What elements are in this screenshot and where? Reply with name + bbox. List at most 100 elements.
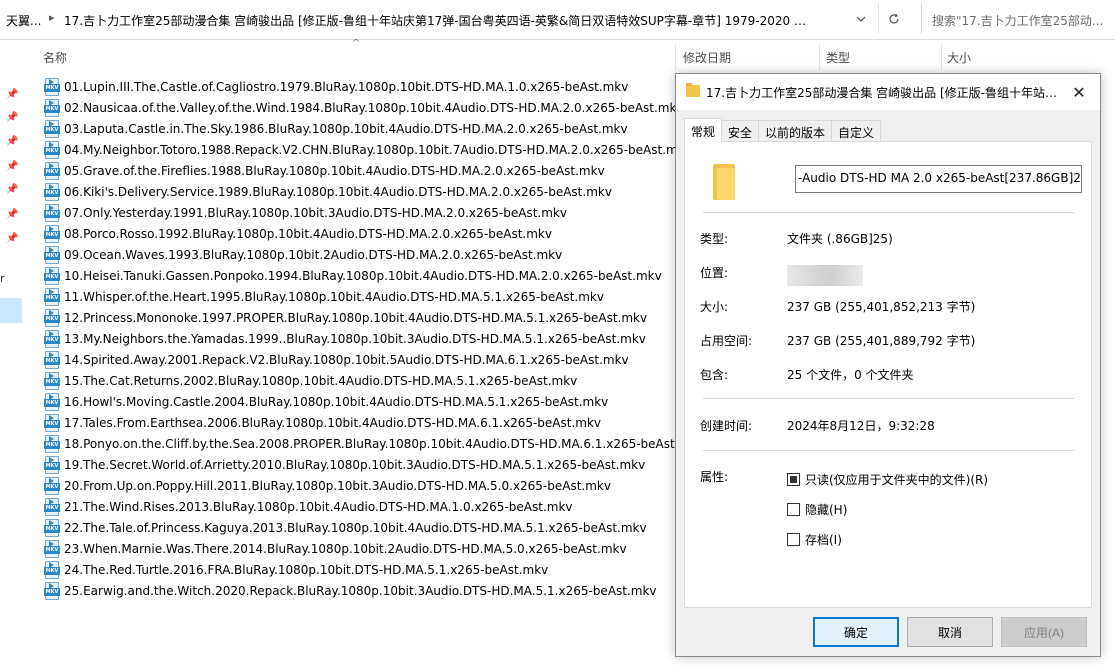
nav-item-label[interactable]: r (0, 272, 5, 285)
file-name[interactable]: 05.Grave.of.the.Fireflies.1988.BluRay.10… (64, 164, 605, 178)
tab-bar: 常规 安全 以前的版本 自定义 (684, 118, 882, 143)
tab-previous-versions[interactable]: 以前的版本 (758, 120, 833, 142)
file-row[interactable]: MKV 17.Tales.From.Earthsea.2006.BluRay.10… (40, 412, 680, 433)
hidden-label[interactable]: 隐藏(H) (805, 501, 847, 518)
nav-item-selected[interactable] (0, 298, 22, 323)
file-row[interactable]: MKV 18.Ponyo.on.the.Cliff.by.the.Sea.2008… (40, 433, 704, 454)
location-value-redacted (787, 265, 863, 286)
divider (703, 398, 1075, 399)
file-row[interactable]: MKV 22.The.Tale.of.Princess.Kaguya.2013.B… (40, 517, 680, 538)
file-name[interactable]: 20.From.Up.on.Poppy.Hill.2011.BluRay.108… (64, 479, 611, 493)
dialog-titlebar[interactable]: 17.吉卜力工作室25部动漫合集 宫崎骏出品 [修正版-鲁组十年站庆... ✕ (676, 74, 1100, 110)
column-divider[interactable] (819, 44, 820, 70)
file-name[interactable]: 19.The.Secret.World.of.Arrietty.2010.Blu… (64, 458, 645, 472)
column-header-name[interactable]: 名称 (43, 40, 67, 72)
file-name[interactable]: 06.Kiki's.Delivery.Service.1989.BluRay.1… (64, 185, 612, 199)
folder-icon (686, 83, 700, 97)
file-name[interactable]: 15.The.Cat.Returns.2002.BluRay.1080p.10b… (64, 374, 577, 388)
file-name[interactable]: 14.Spirited.Away.2001.Repack.V2.BluRay.1… (64, 353, 629, 367)
file-row[interactable]: MKV 09.Ocean.Waves.1993.BluRay.1080p.10bi… (40, 244, 680, 265)
mkv-file-icon: MKV (43, 413, 61, 432)
file-name[interactable]: 07.Only.Yesterday.1991.BluRay.1080p.10bi… (64, 206, 567, 220)
file-row[interactable]: MKV 19.The.Secret.World.of.Arrietty.2010.… (40, 454, 680, 475)
hidden-checkbox[interactable] (787, 503, 800, 516)
file-name[interactable]: 12.Princess.Mononoke.1997.PROPER.BluRay.… (64, 311, 647, 325)
address-bar[interactable]: 天翼... ▸ 17.吉卜力工作室25部动漫合集 宫崎骏出品 [修正版-鲁组十年… (0, 0, 1115, 40)
file-row[interactable]: MKV 20.From.Up.on.Poppy.Hill.2011.BluRay.… (40, 475, 680, 496)
file-row[interactable]: MKV 15.The.Cat.Returns.2002.BluRay.1080p.… (40, 370, 680, 391)
address-root[interactable]: 天翼... (6, 12, 41, 29)
file-row[interactable]: MKV 02.Nausicaa.of.the.Valley.of.the.Wind… (40, 97, 684, 118)
file-name[interactable]: 09.Ocean.Waves.1993.BluRay.1080p.10bit.2… (64, 248, 562, 262)
archive-label[interactable]: 存档(I) (805, 531, 842, 548)
apply-button[interactable]: 应用(A) (1001, 617, 1087, 647)
tab-customize[interactable]: 自定义 (831, 120, 882, 142)
tab-general[interactable]: 常规 (684, 118, 723, 143)
file-row[interactable]: MKV 10.Heisei.Tanuki.Gassen.Ponpoko.1994.… (40, 265, 680, 286)
refresh-icon[interactable] (878, 4, 908, 34)
file-row[interactable]: MKV 12.Princess.Mononoke.1997.PROPER.BluR… (40, 307, 680, 328)
folder-icon (713, 164, 735, 200)
file-name[interactable]: 23.When.Marnie.Was.There.2014.BluRay.108… (64, 542, 627, 556)
navigation-pane[interactable]: 📌 📌 📌 📌 📌 📌 📌 r (0, 40, 22, 665)
column-divider[interactable] (941, 44, 942, 70)
file-name[interactable]: 22.The.Tale.of.Princess.Kaguya.2013.BluR… (64, 521, 647, 535)
column-header-size[interactable]: 大小 (947, 40, 971, 72)
file-name[interactable]: 17.Tales.From.Earthsea.2006.BluRay.1080p… (64, 416, 601, 430)
file-name[interactable]: 24.The.Red.Turtle.2016.FRA.BluRay.1080p.… (64, 563, 548, 577)
file-row[interactable]: MKV 08.Porco.Rosso.1992.BluRay.1080p.10bi… (40, 223, 680, 244)
file-row[interactable]: MKV 16.Howl's.Moving.Castle.2004.BluRay.1… (40, 391, 680, 412)
file-row[interactable]: MKV 25.Earwig.and.the.Witch.2020.Repack.B… (40, 580, 680, 601)
file-name[interactable]: 25.Earwig.and.the.Witch.2020.Repack.BluR… (64, 584, 657, 598)
file-name[interactable]: 13.My.Neighbors.the.Yamadas.1999..BluRay… (64, 332, 646, 346)
cancel-button[interactable]: 取消 (907, 617, 993, 647)
breadcrumb-chevron-icon[interactable]: ▸ (49, 11, 55, 24)
file-row[interactable]: MKV 14.Spirited.Away.2001.Repack.V2.BluRa… (40, 349, 680, 370)
archive-checkbox[interactable] (787, 533, 800, 546)
mkv-file-icon: MKV (43, 434, 61, 453)
file-row[interactable]: MKV 03.Laputa.Castle.in.The.Sky.1986.BluR… (40, 118, 680, 139)
column-header-type[interactable]: 类型 (826, 40, 850, 72)
general-tab-panel: -Audio DTS-HD MA 2.0 x265-beAst[237.86GB… (684, 141, 1092, 608)
close-icon[interactable]: ✕ (1064, 79, 1094, 105)
readonly-checkbox[interactable] (787, 473, 800, 486)
file-name[interactable]: 04.My.Neighbor.Totoro.1988.Repack.V2.CHN… (64, 143, 692, 157)
file-row[interactable]: MKV 05.Grave.of.the.Fireflies.1988.BluRay… (40, 160, 680, 181)
file-name[interactable]: 03.Laputa.Castle.in.The.Sky.1986.BluRay.… (64, 122, 628, 136)
chevron-down-icon[interactable] (846, 4, 876, 34)
tab-security[interactable]: 安全 (721, 120, 760, 142)
file-row[interactable]: MKV 07.Only.Yesterday.1991.BluRay.1080p.1… (40, 202, 680, 223)
file-row[interactable]: MKV 21.The.Wind.Rises.2013.BluRay.1080p.1… (40, 496, 680, 517)
file-row[interactable]: MKV 01.Lupin.III.The.Castle.of.Cagliostro… (40, 76, 680, 97)
mkv-file-icon: MKV (43, 476, 61, 495)
file-row[interactable]: MKV 23.When.Marnie.Was.There.2014.BluRay.… (40, 538, 680, 559)
readonly-checkbox-row[interactable]: 只读(仅应用于文件夹中的文件)(R) (787, 471, 988, 488)
file-row[interactable]: MKV 06.Kiki's.Delivery.Service.1989.BluRa… (40, 181, 680, 202)
hidden-checkbox-row[interactable]: 隐藏(H) (787, 501, 847, 518)
file-row[interactable]: MKV 24.The.Red.Turtle.2016.FRA.BluRay.108… (40, 559, 680, 580)
readonly-label[interactable]: 只读(仅应用于文件夹中的文件)(R) (805, 471, 988, 488)
mkv-file-icon: MKV (43, 455, 61, 474)
file-row[interactable]: MKV 13.My.Neighbors.the.Yamadas.1999..Blu… (40, 328, 680, 349)
ok-button[interactable]: 确定 (813, 617, 899, 647)
file-name[interactable]: 11.Whisper.of.the.Heart.1995.BluRay.1080… (64, 290, 604, 304)
folder-name-field[interactable]: -Audio DTS-HD MA 2.0 x265-beAst[237.86GB… (795, 165, 1082, 193)
file-name[interactable]: 18.Ponyo.on.the.Cliff.by.the.Sea.2008.PR… (64, 437, 704, 451)
column-header-modified[interactable]: 修改日期 (683, 40, 731, 72)
file-name[interactable]: 10.Heisei.Tanuki.Gassen.Ponpoko.1994.Blu… (64, 269, 662, 283)
mkv-file-icon: MKV (43, 161, 61, 180)
file-row[interactable]: MKV 11.Whisper.of.the.Heart.1995.BluRay.1… (40, 286, 680, 307)
file-name[interactable]: 16.Howl's.Moving.Castle.2004.BluRay.1080… (64, 395, 608, 409)
file-name[interactable]: 21.The.Wind.Rises.2013.BluRay.1080p.10bi… (64, 500, 573, 514)
file-row[interactable]: MKV 04.My.Neighbor.Totoro.1988.Repack.V2.… (40, 139, 692, 160)
search-input[interactable]: 搜索"17.吉卜力工作室25部动... (932, 12, 1108, 29)
file-name[interactable]: 08.Porco.Rosso.1992.BluRay.1080p.10bit.4… (64, 227, 552, 241)
address-path[interactable]: 17.吉卜力工作室25部动漫合集 宫崎骏出品 [修正版-鲁组十年站庆第17弹-国… (64, 12, 809, 29)
archive-checkbox-row[interactable]: 存档(I) (787, 531, 842, 548)
file-name[interactable]: 02.Nausicaa.of.the.Valley.of.the.Wind.19… (64, 101, 684, 115)
created-label: 创建时间: (700, 419, 753, 433)
pin-icon: 📌 (6, 184, 19, 195)
column-divider[interactable] (675, 44, 676, 70)
search-box[interactable]: 搜索"17.吉卜力工作室25部动... (921, 4, 1115, 34)
file-name[interactable]: 01.Lupin.III.The.Castle.of.Cagliostro.19… (64, 80, 628, 94)
